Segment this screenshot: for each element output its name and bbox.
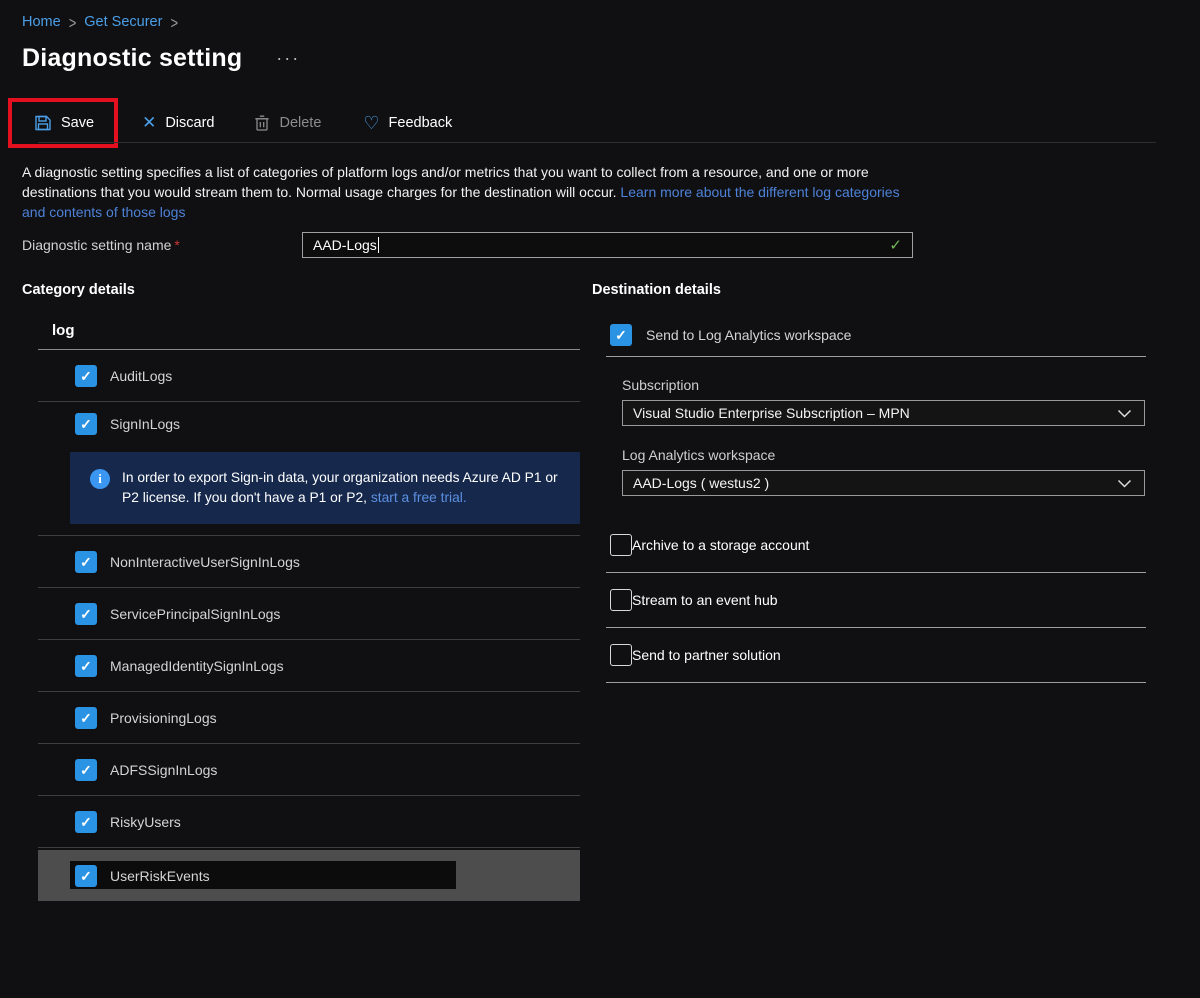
checkbox-managedidentity[interactable]: ✓ [75,655,97,677]
checkbox-serviceprincipal[interactable]: ✓ [75,603,97,625]
trash-icon [254,114,270,132]
destination-label: Send to Log Analytics workspace [646,327,851,343]
valid-check-icon: ✓ [889,236,902,254]
category-details-section: Category details log ✓ AuditLogs ✓ SignI… [22,282,580,901]
discard-button-label: Discard [165,115,214,131]
category-label: AuditLogs [110,368,172,384]
checkbox-provisioning[interactable]: ✓ [75,707,97,729]
partner-solution-row: ✓ Send to partner solution [592,628,1160,682]
name-field-row: Diagnostic setting name* AAD-Logs ✓ [22,232,1200,258]
diagnostic-setting-page: Home > Get Securer > Diagnostic setting … [0,0,1200,901]
subscription-dropdown[interactable]: Visual Studio Enterprise Subscription – … [622,400,1145,426]
workspace-dropdown[interactable]: AAD-Logs ( westus2 ) [622,470,1145,496]
content-columns: Category details log ✓ AuditLogs ✓ SignI… [22,282,1200,901]
destination-label: Archive to a storage account [632,537,809,553]
breadcrumb-get-securer-link[interactable]: Get Securer [84,14,162,30]
checkbox-log-analytics[interactable]: ✓ [610,324,632,346]
category-row-managedidentity: ✓ ManagedIdentitySignInLogs [38,640,580,692]
category-row-adfs: ✓ ADFSSignInLogs [38,744,580,796]
category-label: ADFSSignInLogs [110,762,217,778]
category-row-signinlogs: ✓ SignInLogs [38,402,580,446]
free-trial-link[interactable]: start a free trial. [371,490,467,505]
category-label: ProvisioningLogs [110,710,217,726]
workspace-label: Log Analytics workspace [622,447,1160,463]
destination-details-section: Destination details ✓ Send to Log Analyt… [592,282,1160,901]
discard-x-icon: ✕ [142,113,156,133]
command-bar: Save ✕ Discard Delete ♡ Feedback [22,98,1200,148]
log-analytics-form: Subscription Visual Studio Enterprise Su… [622,377,1160,496]
delete-button[interactable]: Delete [240,106,335,140]
destination-label: Send to partner solution [632,647,781,663]
name-input-value: AAD-Logs [313,237,377,253]
save-icon [34,114,52,132]
category-label: RiskyUsers [110,814,181,830]
save-highlight-annotation: Save [8,98,118,148]
chevron-down-icon [1117,479,1132,488]
breadcrumb: Home > Get Securer > [22,12,1200,32]
other-destinations: ✓ Archive to a storage account ✓ Stream … [592,518,1160,683]
checkbox-signinlogs[interactable]: ✓ [75,413,97,435]
chevron-right-icon: > [69,12,77,32]
category-label: UserRiskEvents [110,868,210,884]
heart-icon: ♡ [363,114,379,132]
feedback-button[interactable]: ♡ Feedback [349,106,466,140]
text-cursor [378,237,379,253]
category-list: log ✓ AuditLogs ✓ SignInLogs i In order … [38,322,580,901]
subscription-label: Subscription [622,377,1160,393]
discard-button[interactable]: ✕ Discard [128,106,228,140]
name-field-label: Diagnostic setting name* [22,237,302,253]
chevron-right-icon: > [170,12,178,32]
checkbox-adfs[interactable]: ✓ [75,759,97,781]
divider [606,682,1146,683]
checkbox-auditlogs[interactable]: ✓ [75,365,97,387]
workspace-value: AAD-Logs ( westus2 ) [633,475,769,491]
destination-details-title: Destination details [592,282,1160,298]
category-row-riskyusers: ✓ RiskyUsers [38,796,580,848]
checkbox-userriskevents[interactable]: ✓ [75,865,97,887]
send-to-log-analytics-row: ✓ Send to Log Analytics workspace [592,314,1160,356]
banner-text-body: In order to export Sign-in data, your or… [122,470,558,505]
category-label: ServicePrincipalSignInLogs [110,606,280,622]
save-button[interactable]: Save [20,106,108,140]
diagnostic-setting-name-input[interactable]: AAD-Logs ✓ [302,232,913,258]
destination-label: Stream to an event hub [632,592,778,608]
divider [606,356,1146,357]
title-row: Diagnostic setting ··· [22,40,1200,76]
checkbox-noninteractive[interactable]: ✓ [75,551,97,573]
category-row-provisioning: ✓ ProvisioningLogs [38,692,580,744]
subscription-value: Visual Studio Enterprise Subscription – … [633,405,910,421]
signin-info-banner-wrap: i In order to export Sign-in data, your … [38,446,580,536]
toolbar-divider [38,142,1156,143]
checkbox-archive-storage[interactable]: ✓ [610,534,632,556]
checkbox-stream-event-hub[interactable]: ✓ [610,589,632,611]
category-row-serviceprincipal: ✓ ServicePrincipalSignInLogs [38,588,580,640]
category-row-userriskevents[interactable]: ✓ UserRiskEvents [38,850,580,901]
stream-event-hub-row: ✓ Stream to an event hub [592,573,1160,627]
info-icon: i [90,469,110,489]
category-row-auditlogs: ✓ AuditLogs [38,350,580,402]
category-row-noninteractive: ✓ NonInteractiveUserSignInLogs [38,536,580,588]
checkbox-riskyusers[interactable]: ✓ [75,811,97,833]
delete-button-label: Delete [279,115,321,131]
log-group-header: log [38,322,580,350]
signin-info-banner: i In order to export Sign-in data, your … [70,452,580,524]
page-title: Diagnostic setting [22,44,242,73]
category-label: NonInteractiveUserSignInLogs [110,554,300,570]
feedback-button-label: Feedback [389,115,453,131]
chevron-down-icon [1117,409,1132,418]
category-label: ManagedIdentitySignInLogs [110,658,284,674]
category-label: SignInLogs [110,416,180,432]
banner-text: In order to export Sign-in data, your or… [122,468,562,508]
required-marker: * [174,237,179,253]
breadcrumb-home-link[interactable]: Home [22,14,61,30]
category-details-title: Category details [22,282,580,298]
save-button-label: Save [61,115,94,131]
page-description: A diagnostic setting specifies a list of… [22,162,914,222]
checkbox-partner-solution[interactable]: ✓ [610,644,632,666]
more-options-button[interactable]: ··· [276,48,300,69]
name-field-label-text: Diagnostic setting name [22,237,171,253]
archive-storage-row: ✓ Archive to a storage account [592,518,1160,572]
